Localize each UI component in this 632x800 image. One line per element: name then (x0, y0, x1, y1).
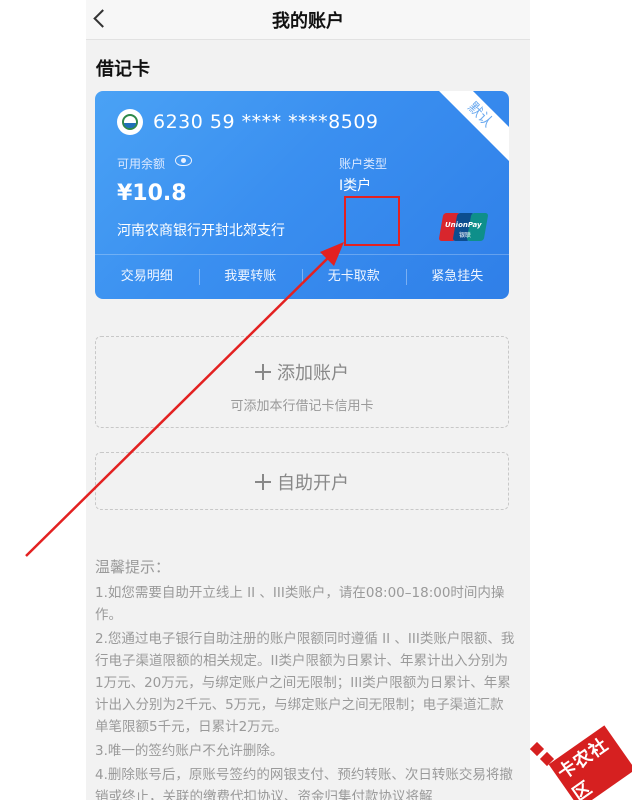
cardless-withdraw-button[interactable]: 无卡取款 (302, 255, 406, 299)
card-number: 6230 59 **** ****8509 (153, 111, 379, 133)
plus-icon (255, 364, 271, 380)
unionpay-logo-icon: UnionPay 银联 (438, 211, 489, 243)
transfer-button[interactable]: 我要转账 (198, 255, 303, 299)
tip-item: 4.删除账号后，原账号签约的网银支付、预约转账、次日转账交易将撤销或终止，关联的… (95, 767, 513, 800)
balance-value: ¥10.8 (117, 181, 187, 206)
default-badge: 默认 (432, 91, 509, 163)
balance-label: 可用余额 (117, 157, 166, 171)
report-loss-button[interactable]: 紧急挂失 (405, 255, 510, 299)
tip-item: 1.如您需要自助开立线上 II 、III类账户，请在08:00–18:00时间内… (95, 585, 505, 623)
self-open-label: 自助开户 (277, 473, 349, 494)
tip-item: 2.您通过电子银行自助注册的账户限额同时遵循 II 、III类账户限额、我行电子… (95, 631, 515, 735)
phone-screen: 我的账户 借记卡 默认 6230 59 **** ****8509 可用余额 ¥… (86, 0, 530, 800)
add-account-button[interactable]: 添加账户 可添加本行借记卡信用卡 (95, 336, 509, 428)
plus-icon (255, 474, 271, 490)
unionpay-text-cn: 银联 (459, 232, 472, 239)
tip-item: 3.唯一的签约账户不允许删除。 (95, 743, 284, 759)
bank-logo-icon (117, 109, 143, 135)
account-type-value: I类户 (339, 178, 372, 194)
nav-bar: 我的账户 (86, 0, 530, 40)
unionpay-text: UnionPay (445, 221, 482, 229)
branch-name: 河南农商银行开封北郊支行 (117, 223, 285, 239)
add-account-sub: 可添加本行借记卡信用卡 (230, 399, 374, 414)
self-open-account-button[interactable]: 自助开户 (95, 452, 509, 510)
debit-card[interactable]: 默认 6230 59 **** ****8509 可用余额 ¥10.8 河南农商… (95, 91, 509, 299)
card-actions: 交易明细 我要转账 无卡取款 紧急挂失 (95, 255, 509, 299)
section-title: 借记卡 (96, 59, 150, 80)
page-title: 我的账户 (272, 11, 344, 32)
watermark-text: 卡农社区 (548, 725, 632, 800)
add-account-label: 添加账户 (277, 363, 349, 384)
tips-section: 温馨提示： 1.如您需要自助开立线上 II 、III类账户，请在08:00–18… (95, 556, 515, 800)
tips-title: 温馨提示： (95, 558, 171, 576)
watermark: 卡农社区 (526, 712, 632, 800)
eye-icon[interactable] (175, 155, 192, 166)
account-type-label: 账户类型 (339, 157, 388, 171)
annotation-highlight-box (344, 196, 400, 246)
transactions-button[interactable]: 交易明细 (95, 255, 199, 299)
